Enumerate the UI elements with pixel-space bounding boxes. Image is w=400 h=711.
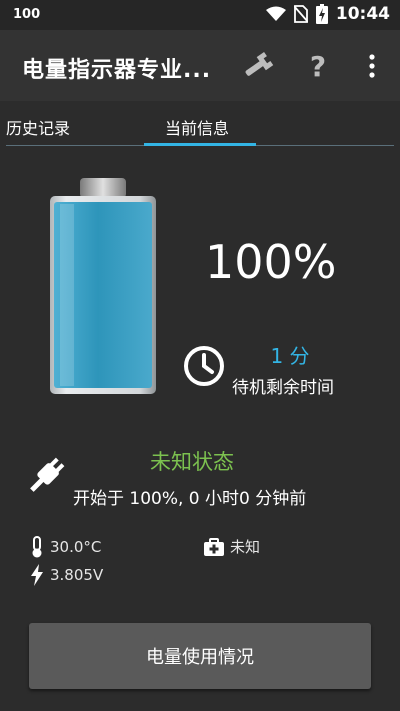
clock-icon — [184, 346, 224, 386]
battery-charging-icon — [315, 4, 328, 24]
status-icons: 10:44 — [265, 4, 390, 24]
voltage-row: 3.805V — [30, 564, 103, 586]
health-row: 未知 — [204, 536, 260, 557]
health-value: 未知 — [230, 538, 261, 556]
no-sim-icon — [293, 5, 308, 23]
tab-bar: 历史记录 当前信息 — [0, 101, 400, 147]
state-subtitle: 开始于 100%, 0 小时0 分钟前 — [73, 489, 307, 509]
battery-usage-button[interactable]: 电量使用情况 — [29, 623, 371, 689]
plug-icon — [30, 457, 65, 492]
temperature-value: 30.0°C — [50, 538, 102, 556]
wifi-icon — [265, 6, 286, 21]
first-aid-icon — [204, 537, 224, 556]
wrench-icon — [245, 51, 274, 76]
overflow-menu-icon — [369, 54, 375, 78]
battery-usage-label: 电量使用情况 — [146, 647, 254, 668]
app-title: 电量指示器专业... — [22, 58, 212, 83]
tab-current-info[interactable]: 当前信息 — [165, 115, 229, 139]
status-bar: 100 10:44 — [0, 0, 400, 30]
settings-button[interactable] — [240, 48, 276, 84]
remaining-time-label: 待机剩余时间 — [232, 378, 334, 398]
state-title: 未知状态 — [150, 450, 234, 474]
thermometer-icon — [32, 536, 42, 558]
battery-graphic — [50, 178, 156, 394]
lightning-icon — [31, 564, 43, 586]
status-left-text: 100 — [13, 7, 41, 22]
remaining-time-value: 1 分 — [270, 344, 310, 368]
temperature-row: 30.0°C — [30, 536, 101, 558]
tab-selected-indicator — [144, 143, 256, 146]
help-icon: ? — [309, 49, 327, 83]
help-button[interactable]: ? — [300, 48, 336, 84]
tab-history[interactable]: 历史记录 — [6, 115, 70, 139]
status-time: 10:44 — [335, 4, 390, 24]
app-bar: 电量指示器专业... ? — [0, 30, 400, 101]
battery-percent: 100% — [205, 235, 337, 289]
overflow-menu-button[interactable] — [354, 48, 390, 84]
voltage-value: 3.805V — [50, 566, 104, 584]
